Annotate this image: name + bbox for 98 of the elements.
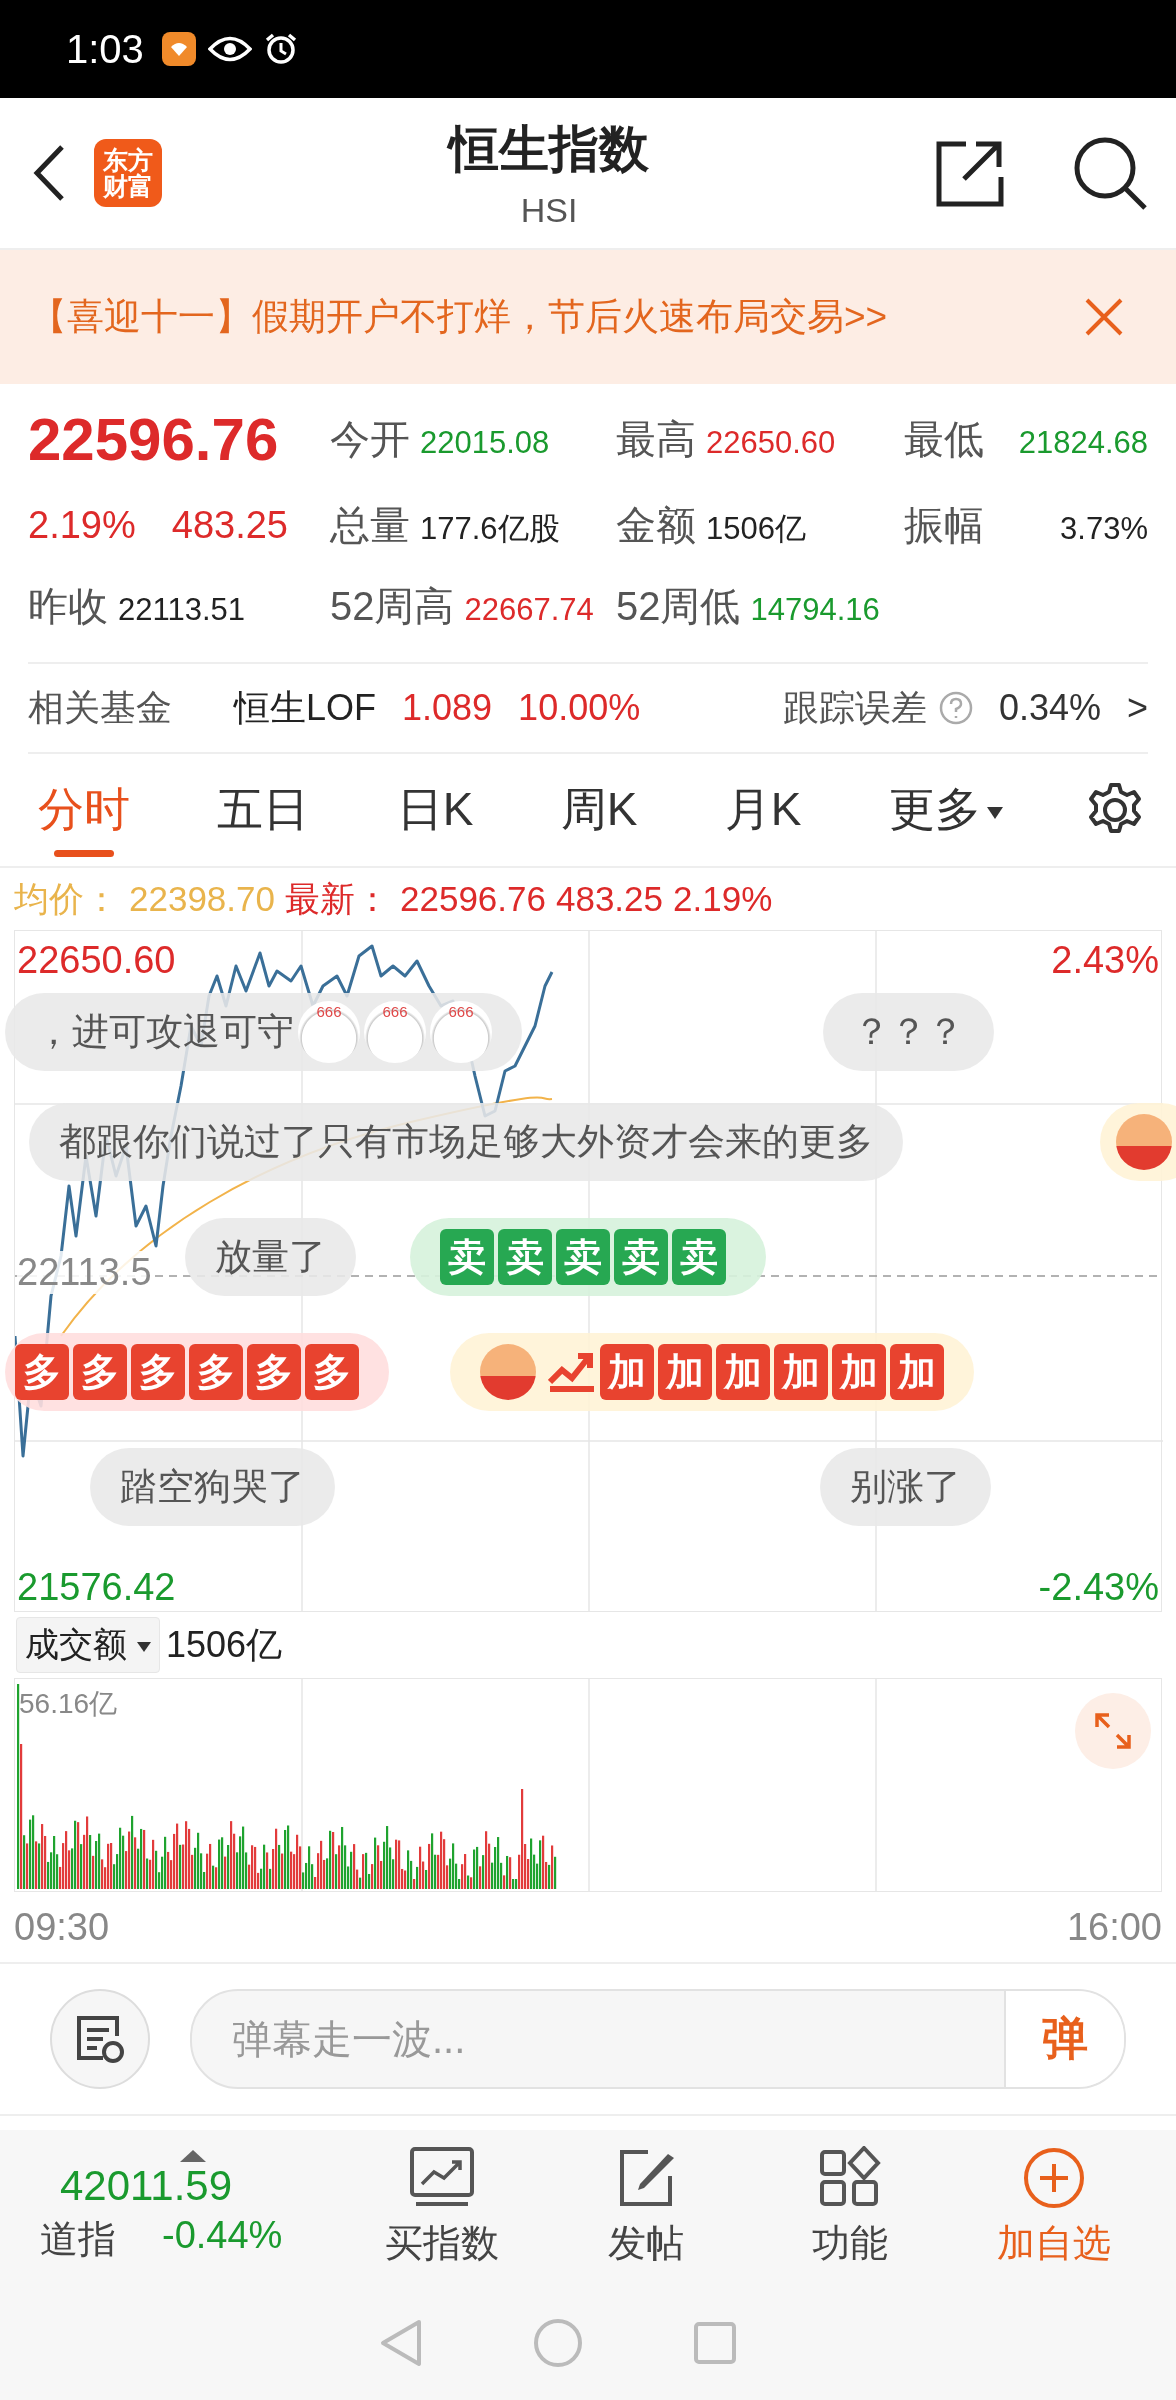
caret-icon	[986, 806, 1003, 819]
fund-price: 1.089	[402, 687, 493, 729]
stat-value: 22113.51	[118, 591, 245, 628]
sticker-tile: 加	[658, 1344, 712, 1400]
comment-text: 都跟你们说过了只有市场足够大外资才会来的更多	[59, 1120, 873, 1164]
stat-value: 14794.16	[750, 591, 880, 628]
sticker-tile: 多	[73, 1344, 127, 1400]
sticker-tile: 多	[189, 1344, 243, 1400]
fund-change: 10.00%	[518, 687, 641, 729]
current-price: 22596.76	[28, 404, 280, 474]
axis-label: -2.43%	[1038, 1566, 1159, 1609]
trend-icon	[548, 1350, 596, 1394]
sticker-tile: 多	[131, 1344, 185, 1400]
comment-text: ？？？	[853, 1010, 964, 1054]
stat-label: 振幅	[904, 501, 984, 549]
volume-total: 1506亿	[166, 1622, 283, 1667]
avg-price-label: 均价：	[14, 877, 119, 920]
chart-tab[interactable]: 日K	[392, 759, 478, 861]
sticker-tile: 加	[716, 1344, 770, 1400]
axis-label: 2.43%	[1051, 939, 1159, 982]
sticker-tile: 加	[890, 1344, 944, 1400]
toolbar-button[interactable]: 发帖	[544, 2145, 748, 2270]
chart-tab[interactable]: 月K	[720, 759, 806, 861]
axis-label: 21576.42	[17, 1566, 176, 1609]
latest-percent: 2.19%	[673, 879, 773, 919]
search-icon[interactable]	[1072, 135, 1148, 211]
chevron-text[interactable]: >	[1126, 687, 1148, 729]
time-label: 16:00	[1066, 1905, 1162, 1949]
stat-label: 52周低	[616, 582, 741, 630]
avg-price: 22398.70	[129, 879, 275, 919]
latest-price: 22596.76	[400, 879, 546, 919]
stat-value: 22667.74	[464, 591, 594, 628]
axis-label: 56.16亿	[19, 1687, 118, 1721]
sticker: 666	[298, 1001, 360, 1063]
axis-label: 22650.60	[17, 939, 176, 982]
fund-name[interactable]: 恒生LOF	[234, 683, 376, 733]
time-label: 09:30	[14, 1905, 110, 1949]
latest-label: 最新：	[285, 877, 390, 920]
sticker-tile: 卖	[498, 1229, 552, 1285]
sticker-tile: 卖	[614, 1229, 668, 1285]
tracking-value: 0.34%	[998, 687, 1101, 729]
stat-label: 最高	[616, 415, 696, 463]
stat-label: 52周高	[330, 582, 455, 630]
comment-text: 踏空狗哭了	[120, 1465, 305, 1509]
index-name[interactable]: 道指	[40, 2214, 116, 2265]
axis-label: 22113.5	[17, 1251, 152, 1294]
change-value: 483.25	[171, 503, 288, 547]
caret-icon[interactable]	[180, 2150, 206, 2162]
stat-label: 今开	[330, 415, 410, 463]
chart-tab[interactable]: 分时	[34, 759, 134, 861]
share-icon[interactable]	[936, 139, 1004, 207]
sticker-tile: 卖	[672, 1229, 726, 1285]
stat-label: 昨收	[28, 582, 108, 630]
eye-icon	[207, 34, 252, 64]
latest-change: 483.25	[555, 879, 664, 919]
sticker-tile: 卖	[556, 1229, 610, 1285]
sticker-tile: 加	[600, 1344, 654, 1400]
sticker-tile: 加	[774, 1344, 828, 1400]
mascot-icon	[1116, 1114, 1172, 1170]
stat-value: 3.73%	[1060, 510, 1148, 547]
toolbar-button[interactable]: 功能	[748, 2145, 952, 2270]
toolbar-button[interactable]: 买指数	[340, 2145, 544, 2270]
sticker-tile: 多	[305, 1344, 359, 1400]
stat-label: 金额	[616, 501, 696, 549]
sticker-tile: 加	[832, 1344, 886, 1400]
page-subtitle: HSI	[520, 191, 578, 230]
sticker: 666	[430, 1001, 492, 1063]
chart-tab[interactable]: 五日	[213, 759, 314, 861]
stat-value: 22015.08	[420, 424, 550, 461]
app-logo: 东方财富	[94, 138, 162, 208]
comment-text: 别涨了	[850, 1465, 961, 1509]
sticker: 666	[364, 1001, 426, 1063]
sticker-tile: 多	[15, 1344, 69, 1400]
stat-value: 21824.68	[1018, 424, 1148, 461]
comment-text: ，进可攻退可守	[35, 1010, 294, 1054]
notification-icon	[161, 32, 196, 66]
stat-label: 最低	[904, 415, 984, 463]
comment-text: 放量了	[215, 1235, 326, 1279]
back-icon[interactable]	[32, 144, 66, 202]
stat-value: 177.6亿股	[420, 509, 560, 548]
chart-tab[interactable]: 周K	[556, 759, 642, 861]
stat-value: 1506亿	[706, 509, 806, 548]
chart-tab[interactable]: 更多	[884, 759, 1007, 861]
stat-value: 22650.60	[706, 424, 836, 461]
change-percent: 2.19%	[28, 503, 136, 547]
alarm-icon	[263, 32, 298, 66]
expand-icon	[1093, 1711, 1133, 1751]
status-time: 1:03	[66, 26, 144, 72]
stat-label: 总量	[330, 501, 410, 549]
plus-circle-icon	[1022, 2146, 1086, 2210]
close-icon[interactable]	[1084, 297, 1124, 337]
mascot-icon	[480, 1344, 536, 1400]
caret-icon	[137, 1642, 151, 1652]
tracking-label: 跟踪误差	[782, 685, 927, 730]
fund-label: 相关基金	[28, 685, 172, 730]
sticker-tile: 卖	[440, 1229, 494, 1285]
metric-dropdown[interactable]: 成交额	[16, 1617, 160, 1673]
sticker-tile: 多	[247, 1344, 301, 1400]
